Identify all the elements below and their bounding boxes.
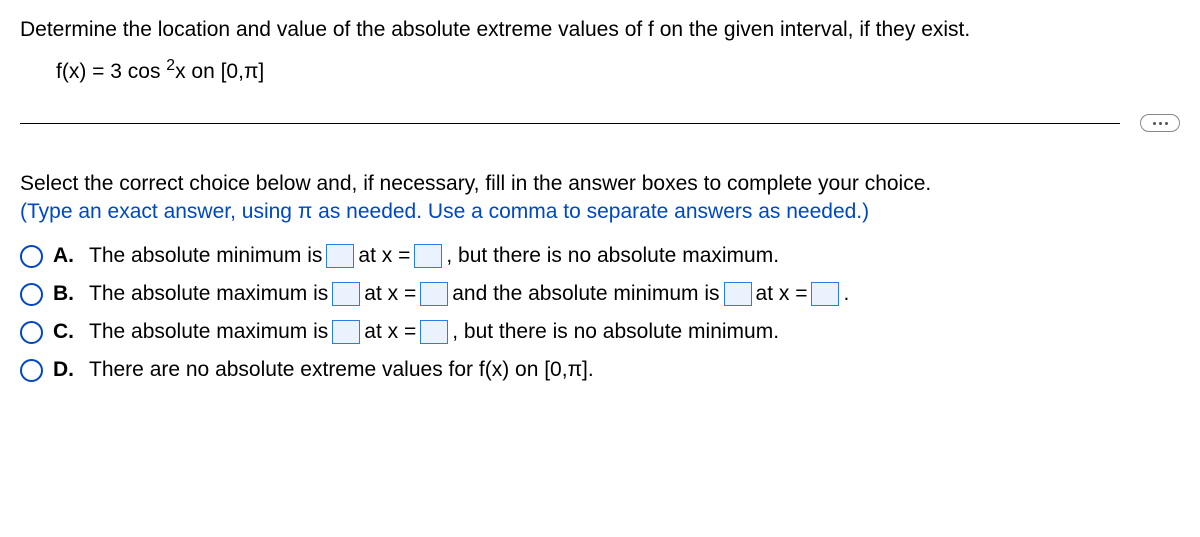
divider-line xyxy=(20,123,1120,124)
choice-d[interactable]: D. There are no absolute extreme values … xyxy=(20,358,1180,382)
more-options-button[interactable] xyxy=(1140,114,1180,132)
choice-c-text-1: The absolute maximum is xyxy=(89,320,328,344)
choice-b-content: The absolute maximum is at x = and the a… xyxy=(89,282,849,306)
choice-c-blank-1[interactable] xyxy=(332,320,360,344)
divider-row xyxy=(20,114,1180,132)
choice-b[interactable]: B. The absolute maximum is at x = and th… xyxy=(20,282,1180,306)
function-definition: f(x) = 3 cos 2x on [0,π] xyxy=(56,60,1180,84)
choice-d-content: There are no absolute extreme values for… xyxy=(89,358,594,382)
instructions-subtext: (Type an exact answer, using π as needed… xyxy=(20,200,1180,224)
choice-c-content: The absolute maximum is at x = , but the… xyxy=(89,320,779,344)
func-lhs: f(x) = 3 cos xyxy=(56,60,160,83)
choice-b-text-3: and the absolute minimum is xyxy=(452,282,719,306)
choice-b-text-2: at x = xyxy=(364,282,416,306)
choice-a[interactable]: A. The absolute minimum is at x = , but … xyxy=(20,244,1180,268)
question-text: Determine the location and value of the … xyxy=(20,18,1180,42)
choice-b-blank-3[interactable] xyxy=(724,282,752,306)
choice-b-text-1: The absolute maximum is xyxy=(89,282,328,306)
choice-a-text-3: , but there is no absolute maximum. xyxy=(446,244,779,268)
choice-d-letter: D. xyxy=(53,358,79,382)
choice-b-blank-4[interactable] xyxy=(811,282,839,306)
choice-c-text-2: at x = xyxy=(364,320,416,344)
choice-b-letter: B. xyxy=(53,282,79,306)
radio-c[interactable] xyxy=(20,321,43,344)
choice-b-blank-1[interactable] xyxy=(332,282,360,306)
choice-b-blank-2[interactable] xyxy=(420,282,448,306)
choice-b-text-5: . xyxy=(843,282,849,306)
choice-a-text-2: at x = xyxy=(358,244,410,268)
choice-c[interactable]: C. The absolute maximum is at x = , but … xyxy=(20,320,1180,344)
choice-a-blank-1[interactable] xyxy=(326,244,354,268)
instructions-text: Select the correct choice below and, if … xyxy=(20,172,1180,196)
choice-d-text-1: There are no absolute extreme values for… xyxy=(89,358,594,382)
choice-a-blank-2[interactable] xyxy=(414,244,442,268)
choice-c-letter: C. xyxy=(53,320,79,344)
dot-icon xyxy=(1159,122,1162,125)
radio-a[interactable] xyxy=(20,245,43,268)
choice-a-content: The absolute minimum is at x = , but the… xyxy=(89,244,779,268)
choices-group: A. The absolute minimum is at x = , but … xyxy=(20,244,1180,382)
radio-b[interactable] xyxy=(20,283,43,306)
func-rhs: x on [0,π] xyxy=(175,60,264,83)
choice-b-text-4: at x = xyxy=(756,282,808,306)
choice-c-text-3: , but there is no absolute minimum. xyxy=(452,320,779,344)
choice-a-text-1: The absolute minimum is xyxy=(89,244,322,268)
dot-icon xyxy=(1165,122,1168,125)
dot-icon xyxy=(1153,122,1156,125)
radio-d[interactable] xyxy=(20,359,43,382)
func-exponent: 2 xyxy=(166,57,175,74)
choice-a-letter: A. xyxy=(53,244,79,268)
choice-c-blank-2[interactable] xyxy=(420,320,448,344)
